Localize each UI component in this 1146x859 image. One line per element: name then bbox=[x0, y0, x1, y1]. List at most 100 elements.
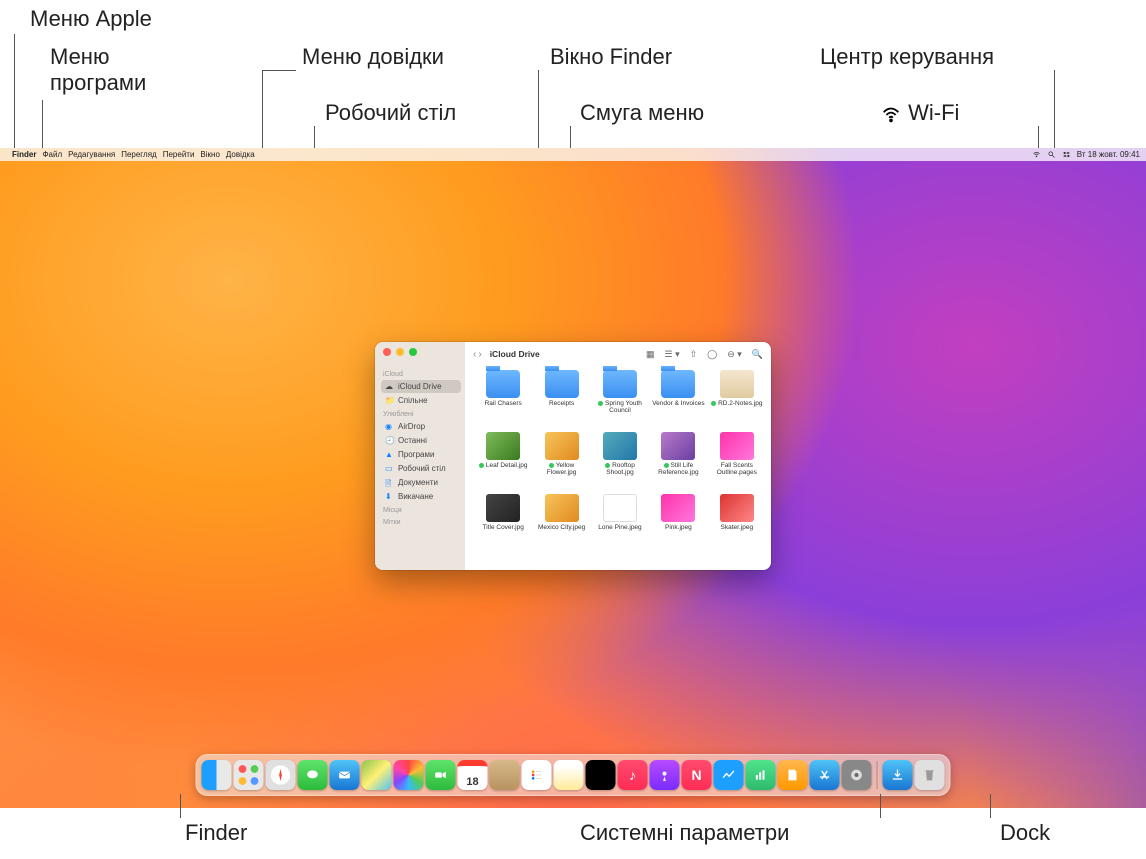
dock-app-calendar[interactable]: ЖОВТ 18 bbox=[458, 760, 488, 790]
folder-icon bbox=[545, 370, 579, 398]
spotlight-icon[interactable] bbox=[1047, 150, 1056, 159]
sidebar-item-documents[interactable]: 🗎Документи bbox=[381, 476, 461, 489]
menu-window[interactable]: Вікно bbox=[200, 150, 219, 159]
action-button[interactable]: ⊖ ▾ bbox=[727, 349, 742, 360]
view-options-button[interactable]: ☰ ▾ bbox=[665, 349, 680, 360]
file-item[interactable]: Vendor & Invoices bbox=[650, 370, 706, 430]
dock-app-music[interactable]: ♪ bbox=[618, 760, 648, 790]
file-label: Yellow Flower.jpg bbox=[535, 462, 589, 476]
menu-file[interactable]: Файл bbox=[42, 150, 62, 159]
file-item[interactable]: Receipts bbox=[533, 370, 589, 430]
calendar-day: 18 bbox=[466, 776, 478, 788]
sidebar-item-airdrop[interactable]: ◉AirDrop bbox=[381, 420, 461, 433]
menu-go[interactable]: Перейти bbox=[163, 150, 195, 159]
file-thumb bbox=[661, 432, 695, 460]
dock-app-photos[interactable] bbox=[394, 760, 424, 790]
file-item[interactable]: Skater.jpeg bbox=[709, 494, 765, 554]
dock-app-news[interactable]: N bbox=[682, 760, 712, 790]
dock-app-numbers[interactable] bbox=[746, 760, 776, 790]
search-button[interactable]: 🔍 bbox=[752, 349, 763, 360]
dock-app-reminders[interactable] bbox=[522, 760, 552, 790]
dock-app-facetime[interactable] bbox=[426, 760, 456, 790]
file-thumb bbox=[486, 494, 520, 522]
sidebar-item-label: Викачане bbox=[398, 492, 433, 501]
file-item[interactable]: RD.2-Notes.jpg bbox=[709, 370, 765, 430]
dock-app-tv[interactable] bbox=[586, 760, 616, 790]
dock-app-finder[interactable] bbox=[202, 760, 232, 790]
dock-app-mail[interactable] bbox=[330, 760, 360, 790]
close-button[interactable] bbox=[383, 348, 391, 356]
file-item[interactable]: Rail Chasers bbox=[475, 370, 531, 430]
file-item[interactable]: Mexico City.jpeg bbox=[533, 494, 589, 554]
file-item[interactable]: Rooftop Shoot.jpg bbox=[592, 432, 648, 492]
sidebar-item-label: Спільне bbox=[398, 396, 428, 405]
dock-downloads[interactable] bbox=[883, 760, 913, 790]
menu-edit[interactable]: Редагування bbox=[68, 150, 115, 159]
back-button[interactable]: ‹ bbox=[473, 349, 476, 360]
callout-control-center: Центр керування bbox=[820, 44, 994, 70]
sidebar-item-icloud-drive[interactable]: ☁︎ iCloud Drive bbox=[381, 380, 461, 393]
callout-app-menu: Меню програми bbox=[50, 44, 146, 96]
dock-app-pages[interactable] bbox=[778, 760, 808, 790]
sidebar-item-shared[interactable]: 📁 Спільне bbox=[381, 394, 461, 407]
dock-trash[interactable] bbox=[915, 760, 945, 790]
tags-button[interactable]: ◯ bbox=[707, 349, 717, 360]
forward-button[interactable]: › bbox=[478, 349, 481, 360]
dock-app-stocks[interactable] bbox=[714, 760, 744, 790]
sidebar-item-downloads[interactable]: ⬇Викачане bbox=[381, 490, 461, 503]
file-item[interactable]: Yellow Flower.jpg bbox=[533, 432, 589, 492]
window-title: iCloud Drive bbox=[490, 349, 540, 359]
callout-line bbox=[1054, 70, 1055, 154]
tag-dot-icon bbox=[711, 401, 716, 406]
file-item[interactable]: Lone Pine.jpeg bbox=[592, 494, 648, 554]
dock-app-contacts[interactable] bbox=[490, 760, 520, 790]
menu-view[interactable]: Перегляд bbox=[121, 150, 157, 159]
file-item[interactable]: Fall Scents Outline.pages bbox=[709, 432, 765, 492]
callout-line bbox=[990, 794, 991, 818]
finder-icon-grid[interactable]: Rail ChasersReceipts Spring Youth Council… bbox=[465, 366, 771, 570]
view-icons-button[interactable]: ▦ bbox=[646, 349, 655, 360]
sidebar-item-label: iCloud Drive bbox=[398, 382, 442, 391]
file-label: Spring Youth Council bbox=[593, 400, 647, 414]
control-center-icon[interactable] bbox=[1062, 150, 1071, 159]
minimize-button[interactable] bbox=[396, 348, 404, 356]
share-button[interactable]: ⇧ bbox=[690, 349, 698, 360]
tag-dot-icon bbox=[605, 463, 610, 468]
desktop[interactable]: Finder Файл Редагування Перегляд Перейти… bbox=[0, 148, 1146, 808]
dock-app-safari[interactable] bbox=[266, 760, 296, 790]
app-menu[interactable]: Finder bbox=[12, 150, 36, 159]
callout-line bbox=[42, 100, 43, 152]
file-label: Vendor & Invoices bbox=[652, 400, 704, 407]
dock-app-notes[interactable] bbox=[554, 760, 584, 790]
menu-help[interactable]: Довідка bbox=[226, 150, 255, 159]
file-item[interactable]: Spring Youth Council bbox=[592, 370, 648, 430]
dock-app-appstore[interactable] bbox=[810, 760, 840, 790]
file-item[interactable]: Title Cover.jpg bbox=[475, 494, 531, 554]
finder-toolbar: ‹ › iCloud Drive ▦ ☰ ▾ ⇧ ◯ ⊖ ▾ 🔍 bbox=[465, 342, 771, 366]
file-thumb bbox=[545, 432, 579, 460]
sidebar-item-recents[interactable]: 🕘Останні bbox=[381, 434, 461, 447]
sidebar-item-apps[interactable]: ▲Програми bbox=[381, 448, 461, 461]
file-item[interactable]: Pink.jpeg bbox=[650, 494, 706, 554]
dock-app-podcasts[interactable] bbox=[650, 760, 680, 790]
file-label: Rooftop Shoot.jpg bbox=[593, 462, 647, 476]
wifi-icon[interactable] bbox=[1032, 150, 1041, 159]
finder-main: ‹ › iCloud Drive ▦ ☰ ▾ ⇧ ◯ ⊖ ▾ 🔍 Rail Ch… bbox=[465, 342, 771, 570]
tag-dot-icon bbox=[479, 463, 484, 468]
dock-app-maps[interactable] bbox=[362, 760, 392, 790]
file-item[interactable]: Still Life Reference.jpg bbox=[650, 432, 706, 492]
callout-line bbox=[262, 70, 263, 154]
menubar-clock[interactable]: Вт 18 жовт. 09:41 bbox=[1077, 150, 1140, 159]
file-item[interactable]: Leaf Detail.jpg bbox=[475, 432, 531, 492]
file-thumb bbox=[545, 494, 579, 522]
sidebar-section-icloud: iCloud bbox=[383, 371, 461, 378]
dock-app-system-settings[interactable] bbox=[842, 760, 872, 790]
file-thumb bbox=[486, 432, 520, 460]
sidebar-item-desktop[interactable]: ▭Робочий стіл bbox=[381, 462, 461, 475]
calendar-month: ЖОВТ bbox=[465, 769, 479, 774]
finder-window[interactable]: iCloud ☁︎ iCloud Drive 📁 Спільне Улюблен… bbox=[375, 342, 771, 570]
file-thumb bbox=[720, 370, 754, 398]
dock-app-launchpad[interactable] bbox=[234, 760, 264, 790]
dock-app-messages[interactable] bbox=[298, 760, 328, 790]
zoom-button[interactable] bbox=[409, 348, 417, 356]
